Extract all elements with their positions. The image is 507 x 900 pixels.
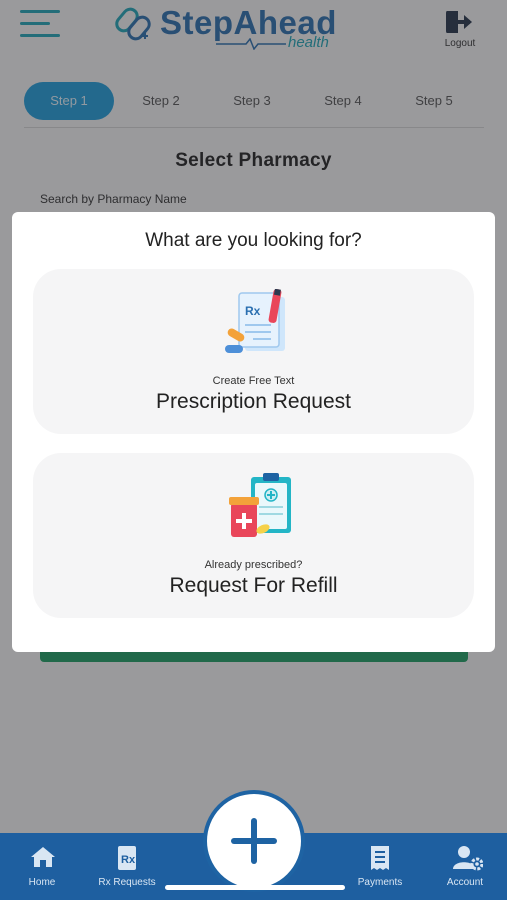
rx-icon: Rx xyxy=(118,846,136,870)
refill-request-option[interactable]: Already prescribed? Request For Refill xyxy=(33,453,474,618)
request-type-modal: What are you looking for? Rx Create Free… xyxy=(12,212,495,652)
prescription-request-option[interactable]: Rx Create Free Text Prescription Request xyxy=(33,269,474,434)
svg-text:Rx: Rx xyxy=(245,304,261,318)
tab-label: Rx Requests xyxy=(98,877,156,888)
svg-text:Rx: Rx xyxy=(121,854,136,866)
option-title: Request For Refill xyxy=(169,574,338,597)
refill-icon xyxy=(229,473,291,537)
add-button[interactable] xyxy=(203,790,305,892)
modal-title: What are you looking for? xyxy=(145,230,362,251)
tab-label: Payments xyxy=(357,877,403,888)
account-gear-icon xyxy=(453,846,483,871)
tab-rx-requests[interactable]: Rx Rx Requests xyxy=(87,833,167,900)
tab-home[interactable]: Home xyxy=(2,833,82,900)
tab-account[interactable]: Account xyxy=(425,833,505,900)
option-title: Prescription Request xyxy=(156,390,351,413)
tab-label: Account xyxy=(446,877,484,888)
home-indicator xyxy=(165,885,345,890)
prescription-icon: Rx xyxy=(225,289,285,353)
home-icon xyxy=(31,847,55,867)
option-subtitle: Create Free Text xyxy=(212,375,295,387)
option-subtitle: Already prescribed? xyxy=(204,559,303,571)
tab-payments[interactable]: Payments xyxy=(340,833,420,900)
receipt-icon xyxy=(371,846,389,870)
tab-label: Home xyxy=(28,877,56,888)
